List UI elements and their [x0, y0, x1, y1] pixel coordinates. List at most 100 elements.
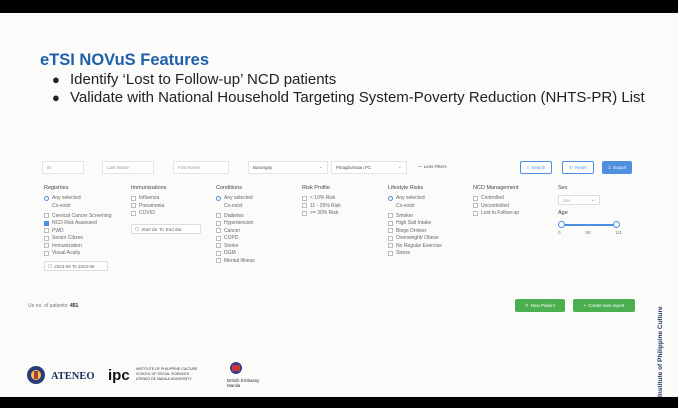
- registry-option[interactable]: PWD: [44, 228, 124, 234]
- checkbox-icon: [216, 243, 221, 248]
- immunizations-heading: Immunizations: [131, 185, 167, 191]
- logo-strip: ATENEO ipc INSTITUTE OF PHILIPPINE CULTU…: [27, 362, 260, 388]
- ncd-option[interactable]: Uncontrolled: [473, 203, 553, 209]
- immunization-option[interactable]: Influenza: [131, 195, 207, 201]
- checkbox-icon: [44, 250, 49, 256]
- age-heading: Age: [558, 210, 568, 216]
- checkbox-icon: [44, 243, 49, 248]
- lifestyle-option[interactable]: Binge Drinker: [388, 228, 468, 234]
- checkbox-icon: [388, 250, 393, 256]
- lifestyle-co-exist[interactable]: Co-exist: [396, 203, 468, 209]
- registry-option[interactable]: NCD Risk Assessed: [44, 220, 124, 226]
- checkbox-icon: [302, 203, 307, 208]
- immunization-option[interactable]: Pneumonia: [131, 203, 207, 209]
- chevron-down-icon: ⌄: [397, 164, 402, 170]
- facility-select[interactable]: Pinagbuhatan PC ⌄: [331, 161, 407, 174]
- checkbox-icon: [44, 213, 49, 218]
- reset-button[interactable]: ↻ Reset: [562, 161, 594, 174]
- registry-option[interactable]: Cervical Cancer Screening: [44, 213, 124, 219]
- filter-panel: ID Last Name First Name Barangay ⌄ Pinagb…: [28, 161, 650, 312]
- immunization-date-range[interactable]: ▢ Start da To End dat: [131, 224, 201, 234]
- registries-any-selected[interactable]: Any selected: [44, 195, 124, 201]
- immunization-option[interactable]: COVID: [131, 210, 207, 216]
- slider-track: [560, 224, 618, 226]
- condition-option[interactable]: Diabetes: [216, 213, 292, 219]
- ncd-management-heading: NCD Management: [473, 185, 519, 191]
- checkbox-icon: [44, 228, 49, 233]
- radio-icon: [388, 195, 393, 201]
- ncd-option[interactable]: Controlled: [473, 195, 553, 201]
- reset-icon: ↻: [569, 164, 573, 170]
- sex-select[interactable]: Sex ⌄: [558, 195, 600, 205]
- ncd-option[interactable]: Lost to Follow-up: [473, 210, 553, 216]
- radio-icon: [44, 195, 49, 201]
- checkbox-icon: [131, 210, 136, 216]
- plus-icon: +: [583, 303, 587, 308]
- lifestyle-risks-group: Lifestyle Risks Any selected Co-exist Sm…: [388, 185, 468, 258]
- new-patient-button[interactable]: ✎ New Patient: [515, 299, 565, 312]
- lifestyle-any-selected[interactable]: Any selected: [388, 195, 468, 201]
- risk-profile-group: Risk Profile < 10% Risk 11 - 29% Risk >=…: [302, 185, 372, 218]
- search-button[interactable]: ⌕ Search: [520, 161, 552, 174]
- checkbox-icon: [473, 195, 478, 201]
- bullet-list: ● Identify ‘Lost to Follow-up’ NCD patien…: [52, 71, 672, 107]
- condition-option[interactable]: Hypertension: [216, 220, 292, 226]
- condition-option[interactable]: Stroke: [216, 243, 292, 249]
- conditions-co-exist[interactable]: Co-exist: [224, 203, 292, 209]
- barangay-select[interactable]: Barangay ⌄: [248, 161, 328, 174]
- chevron-down-icon: ⌄: [590, 197, 595, 203]
- condition-option[interactable]: DGM: [216, 250, 292, 256]
- less-filters-link[interactable]: — Less Filters: [418, 164, 447, 169]
- registry-option[interactable]: Immunization: [44, 243, 124, 249]
- age-ticks: 0 50 111: [558, 230, 622, 235]
- lifestyle-option[interactable]: Smoker: [388, 213, 468, 219]
- lifestyle-option[interactable]: Overweight/ Obese: [388, 235, 468, 241]
- risk-option[interactable]: < 10% Risk: [302, 195, 372, 201]
- risk-profile-heading: Risk Profile: [302, 185, 330, 191]
- age-range-slider[interactable]: [558, 220, 620, 230]
- registry-option[interactable]: Senior Citizen: [44, 235, 124, 241]
- checkbox-icon: [216, 235, 221, 241]
- checkbox-icon: [388, 213, 393, 218]
- checkbox-icon: [216, 250, 221, 256]
- new-report-button[interactable]: + Create new report: [573, 299, 635, 312]
- slider-min-handle[interactable]: [558, 221, 565, 228]
- registry-date-range[interactable]: ▢ 2023-08 To 2023-08: [44, 261, 108, 271]
- checkbox-icon: [131, 203, 136, 208]
- checkbox-icon: [388, 228, 393, 233]
- condition-option[interactable]: Cancer: [216, 228, 292, 234]
- search-icon: ⌕: [526, 165, 530, 170]
- sponsor-logos: ATENEO ipc INSTITUTE OF PHILIPPINE CULTU…: [24, 358, 284, 392]
- checkbox-checked-icon: [44, 220, 49, 226]
- lifestyle-heading: Lifestyle Risks: [388, 185, 424, 191]
- download-icon: ⇩: [607, 164, 612, 170]
- condition-option[interactable]: COPD: [216, 235, 292, 241]
- lifestyle-option[interactable]: High Salt Intake: [388, 220, 468, 226]
- checkbox-icon: [302, 210, 307, 216]
- bullet-item: ● Validate with National Household Target…: [52, 89, 645, 106]
- svg-text:Manila: Manila: [227, 383, 241, 388]
- id-input[interactable]: ID: [42, 161, 84, 174]
- last-name-input[interactable]: Last Name: [102, 161, 154, 174]
- first-name-input[interactable]: First Name: [173, 161, 229, 174]
- risk-option[interactable]: >= 30% Risk: [302, 210, 372, 216]
- calendar-icon: ▢: [135, 226, 140, 231]
- export-button[interactable]: ⇩ Export: [602, 161, 632, 174]
- lifestyle-option[interactable]: No Regular Exercise: [388, 243, 468, 249]
- chevron-down-icon: ⌄: [318, 164, 323, 170]
- checkbox-icon: [473, 203, 478, 208]
- svg-text:SCHOOL OF SOCIAL SCIENCES: SCHOOL OF SOCIAL SCIENCES: [136, 372, 190, 376]
- registry-option[interactable]: Visual Acuity: [44, 250, 124, 256]
- checkbox-icon: [302, 195, 307, 201]
- slider-max-handle[interactable]: [613, 221, 620, 228]
- slide-title: eTSI NOVuS Features: [40, 51, 210, 69]
- condition-option[interactable]: Mental Illness: [216, 258, 292, 264]
- registries-co-exist[interactable]: Co-exist: [52, 203, 124, 209]
- checkbox-icon: [473, 210, 478, 216]
- radio-icon: [216, 195, 221, 201]
- lifestyle-option[interactable]: Stress: [388, 250, 468, 256]
- calendar-icon: ▢: [48, 263, 53, 268]
- conditions-any-selected[interactable]: Any selected: [216, 195, 292, 201]
- conditions-heading: Conditions: [216, 185, 242, 191]
- risk-option[interactable]: 11 - 29% Risk: [302, 203, 372, 209]
